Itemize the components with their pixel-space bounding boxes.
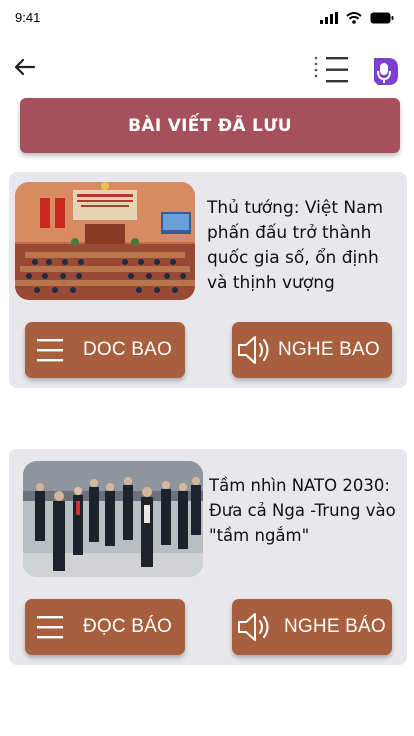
speaker-icon (238, 336, 269, 364)
article-title[interactable]: Tầm nhìn NATO 2030: Đưa cả Nga -Trung và… (209, 473, 405, 548)
podcast-mic-logo (374, 58, 398, 85)
wifi-icon (346, 12, 362, 24)
read-article-button[interactable]: ĐỌC BÁO (25, 599, 185, 655)
status-bar: 9:41 (0, 0, 414, 34)
article-image-parliament[interactable] (15, 182, 195, 300)
read-article-button[interactable]: DOC BAO (25, 322, 185, 378)
signal-icon (320, 12, 338, 24)
article-title[interactable]: Thủ tướng: Việt Nam phấn đấu trở thành q… (207, 196, 403, 296)
listen-article-button[interactable]: NGHE BAO (232, 322, 392, 378)
article-card: Thủ tướng: Việt Nam phấn đấu trở thành q… (9, 172, 407, 388)
parliament-hall-image (15, 182, 195, 300)
read-button-label: DOC BAO (83, 339, 173, 360)
arrow-left-icon[interactable] (12, 54, 38, 80)
status-time: 9:41 (15, 10, 41, 25)
listen-button-label: NGHE BÁO (284, 616, 386, 637)
hamburger-icon (37, 616, 63, 639)
speaker-icon (238, 613, 269, 641)
listen-article-button[interactable]: NGHE BÁO (232, 599, 392, 655)
battery-icon (370, 12, 394, 24)
read-button-label: ĐỌC BÁO (83, 616, 173, 637)
menu-icon[interactable] (314, 56, 350, 84)
top-bar (0, 44, 414, 92)
article-image-nato[interactable] (23, 461, 203, 577)
saved-articles-banner: BÀI VIẾT ĐÃ LƯU (20, 98, 400, 153)
article-card: Tầm nhìn NATO 2030: Đưa cả Nga -Trung và… (9, 449, 407, 665)
listen-button-label: NGHE BAO (278, 339, 380, 360)
status-icons (320, 12, 394, 24)
hamburger-icon (37, 339, 63, 362)
banner-title: BÀI VIẾT ĐÃ LƯU (128, 115, 292, 136)
nato-leaders-image (23, 461, 203, 577)
